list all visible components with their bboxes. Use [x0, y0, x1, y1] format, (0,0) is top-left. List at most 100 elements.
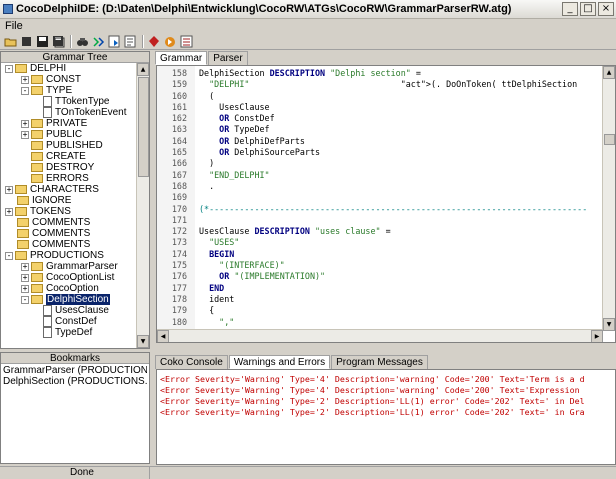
code-line[interactable]: 173 "USES": [157, 237, 602, 248]
tree-node[interactable]: + PUBLIC: [21, 129, 82, 140]
expand-icon[interactable]: +: [5, 207, 13, 216]
tree-node[interactable]: TOnTokenEvent: [43, 107, 127, 118]
code-line[interactable]: 164 OR DelphiDefParts: [157, 136, 602, 147]
code-line[interactable]: 174 BEGIN: [157, 249, 602, 260]
scroll-left-icon[interactable]: ◀: [157, 330, 169, 342]
error-line[interactable]: <Error Severity='Warning' Type='4' Descr…: [157, 374, 615, 385]
code-line[interactable]: 180 ",": [157, 317, 602, 328]
code-editor[interactable]: 158 DelphiSection DESCRIPTION "Delphi sec…: [156, 65, 616, 343]
code-line[interactable]: 177 END: [157, 283, 602, 294]
tree-node[interactable]: + CocoOptionList: [21, 272, 114, 283]
tree-node[interactable]: + TOKENS: [5, 206, 71, 217]
tree-node[interactable]: ConstDef: [43, 316, 97, 327]
minimize-button[interactable]: _: [562, 2, 578, 16]
code-line[interactable]: 178 ident: [157, 294, 602, 305]
error-line[interactable]: <Error Severity='Warning' Type='2' Descr…: [157, 407, 615, 418]
collapse-icon[interactable]: -: [5, 64, 13, 73]
maximize-button[interactable]: □: [580, 2, 596, 16]
bookmark-item[interactable]: GrammarParser (PRODUCTIONS.Gra: [3, 365, 147, 376]
expand-icon[interactable]: +: [21, 130, 29, 139]
save-all-icon[interactable]: [51, 34, 65, 48]
run-icon[interactable]: [163, 34, 177, 48]
code-line[interactable]: 169: [157, 192, 602, 203]
tree-node[interactable]: - PRODUCTIONS: [5, 250, 104, 261]
tree-node[interactable]: ERRORS: [31, 173, 89, 184]
tab-warnings-errors[interactable]: Warnings and Errors: [228, 355, 331, 369]
code-line[interactable]: 160 (: [157, 91, 602, 102]
code-line[interactable]: 172 UsesClause DESCRIPTION "uses clause" …: [157, 226, 602, 237]
expand-icon[interactable]: +: [21, 284, 29, 293]
code-line[interactable]: 162 OR ConstDef: [157, 113, 602, 124]
code-line[interactable]: 163 OR TypeDef: [157, 124, 602, 135]
code-line[interactable]: 175 "(INTERFACE)": [157, 260, 602, 271]
scroll-down-icon[interactable]: ▼: [603, 318, 615, 331]
tree-node[interactable]: + PRIVATE: [21, 118, 87, 129]
tree-node[interactable]: TypeDef: [43, 327, 92, 338]
tab-program-messages[interactable]: Program Messages: [331, 355, 428, 369]
tree-node[interactable]: PUBLISHED: [31, 140, 103, 151]
expand-icon[interactable]: +: [21, 273, 29, 282]
tree-scrollbar[interactable]: ▲ ▼: [136, 63, 149, 348]
bookmark-item[interactable]: DelphiSection (PRODUCTIONS.Delphi: [3, 376, 147, 387]
output-panel[interactable]: <Error Severity='Warning' Type='4' Descr…: [156, 369, 616, 465]
stop-icon[interactable]: [19, 34, 33, 48]
bookmark-icon[interactable]: [123, 34, 137, 48]
scroll-up-icon[interactable]: ▲: [137, 63, 149, 76]
replace-icon[interactable]: [91, 34, 105, 48]
collapse-icon[interactable]: -: [21, 86, 29, 95]
code-line[interactable]: 168 .: [157, 181, 602, 192]
scroll-right-icon[interactable]: ▶: [591, 330, 603, 342]
open-folder-icon[interactable]: [3, 34, 17, 48]
code-line[interactable]: 158 DelphiSection DESCRIPTION "Delphi sec…: [157, 68, 602, 79]
folder-icon: [31, 152, 43, 161]
expand-icon[interactable]: +: [21, 262, 29, 271]
error-line[interactable]: <Error Severity='Warning' Type='4' Descr…: [157, 385, 615, 396]
code-line[interactable]: 161 UsesClause: [157, 102, 602, 113]
editor-horizontal-scrollbar[interactable]: ◀ ▶: [157, 329, 603, 342]
code-line[interactable]: 167 "END_DELPHI": [157, 170, 602, 181]
tree-node[interactable]: COMMENTS: [17, 228, 90, 239]
tree-node[interactable]: IGNORE: [17, 195, 71, 206]
tab-parser[interactable]: Parser: [208, 51, 248, 65]
expand-icon[interactable]: +: [21, 119, 29, 128]
options-icon[interactable]: [179, 34, 193, 48]
scroll-down-icon[interactable]: ▼: [137, 335, 149, 348]
collapse-icon[interactable]: -: [5, 251, 13, 260]
save-icon[interactable]: [35, 34, 49, 48]
scroll-thumb[interactable]: [138, 77, 149, 177]
scroll-up-icon[interactable]: ▲: [603, 66, 615, 79]
scroll-thumb[interactable]: [604, 134, 615, 145]
menu-file[interactable]: File: [5, 20, 23, 32]
expand-icon[interactable]: +: [21, 75, 29, 84]
close-button[interactable]: ×: [598, 2, 614, 16]
tree-node[interactable]: TTokenType: [43, 96, 109, 107]
error-line[interactable]: <Error Severity='Warning' Type='2' Descr…: [157, 396, 615, 407]
tree-node[interactable]: COMMENTS: [17, 239, 90, 250]
tree-node[interactable]: + GrammarParser: [21, 261, 118, 272]
tree-node[interactable]: UsesClause: [43, 305, 109, 316]
code-line[interactable]: 170 (*-----------------------------------…: [157, 204, 602, 215]
code-line[interactable]: 171: [157, 215, 602, 226]
compile-icon[interactable]: [147, 34, 161, 48]
tab-coko-console[interactable]: Coko Console: [155, 355, 228, 369]
search-icon[interactable]: [75, 34, 89, 48]
tree-node[interactable]: + CHARACTERS: [5, 184, 99, 195]
code-line[interactable]: 159 "DELPHI" "act">(. DoOnToken( ttDelph…: [157, 79, 602, 90]
editor-vertical-scrollbar[interactable]: ▲ ▼: [602, 66, 615, 331]
goto-icon[interactable]: [107, 34, 121, 48]
collapse-icon[interactable]: -: [21, 295, 29, 304]
code-line[interactable]: 166 ): [157, 158, 602, 169]
expand-icon[interactable]: +: [5, 185, 13, 194]
tree-node[interactable]: + CONST: [21, 74, 81, 85]
tab-grammar[interactable]: Grammar: [155, 51, 208, 65]
tree-node[interactable]: CREATE: [31, 151, 86, 162]
tree-node[interactable]: DESTROY: [31, 162, 94, 173]
tree-node[interactable]: - TYPE: [21, 85, 72, 96]
code-line[interactable]: 179 {: [157, 305, 602, 316]
tree-node[interactable]: COMMENTS: [17, 217, 90, 228]
code-line[interactable]: 165 OR DelphiSourceParts: [157, 147, 602, 158]
tree-node[interactable]: - DELPHI: [5, 63, 66, 74]
tree-node[interactable]: + CocoOption: [21, 283, 99, 294]
code-line[interactable]: 176 OR "(IMPLEMENTATION)": [157, 271, 602, 282]
tree-node-selected[interactable]: - DelphiSection: [21, 294, 110, 305]
